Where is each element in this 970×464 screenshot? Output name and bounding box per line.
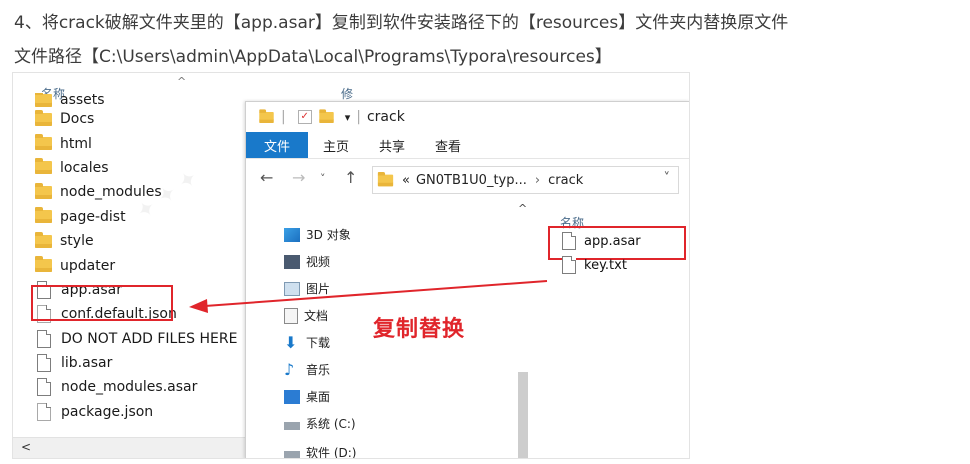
screenshot-frame: ✦ ✦ ✦ ✦ ✦ ✦ 名称 ^ 修 assets Docs html loca… (12, 72, 690, 459)
arrow-head-icon (189, 299, 208, 313)
instruction-step-text: 4、将crack破解文件夹里的【app.asar】复制到软件安装路径下的【res… (14, 13, 789, 33)
arrow-line (204, 280, 548, 307)
instruction-path-text: 文件路径【C:\Users\admin\AppData\Local\Progra… (14, 47, 612, 67)
copy-arrow (189, 280, 548, 313)
